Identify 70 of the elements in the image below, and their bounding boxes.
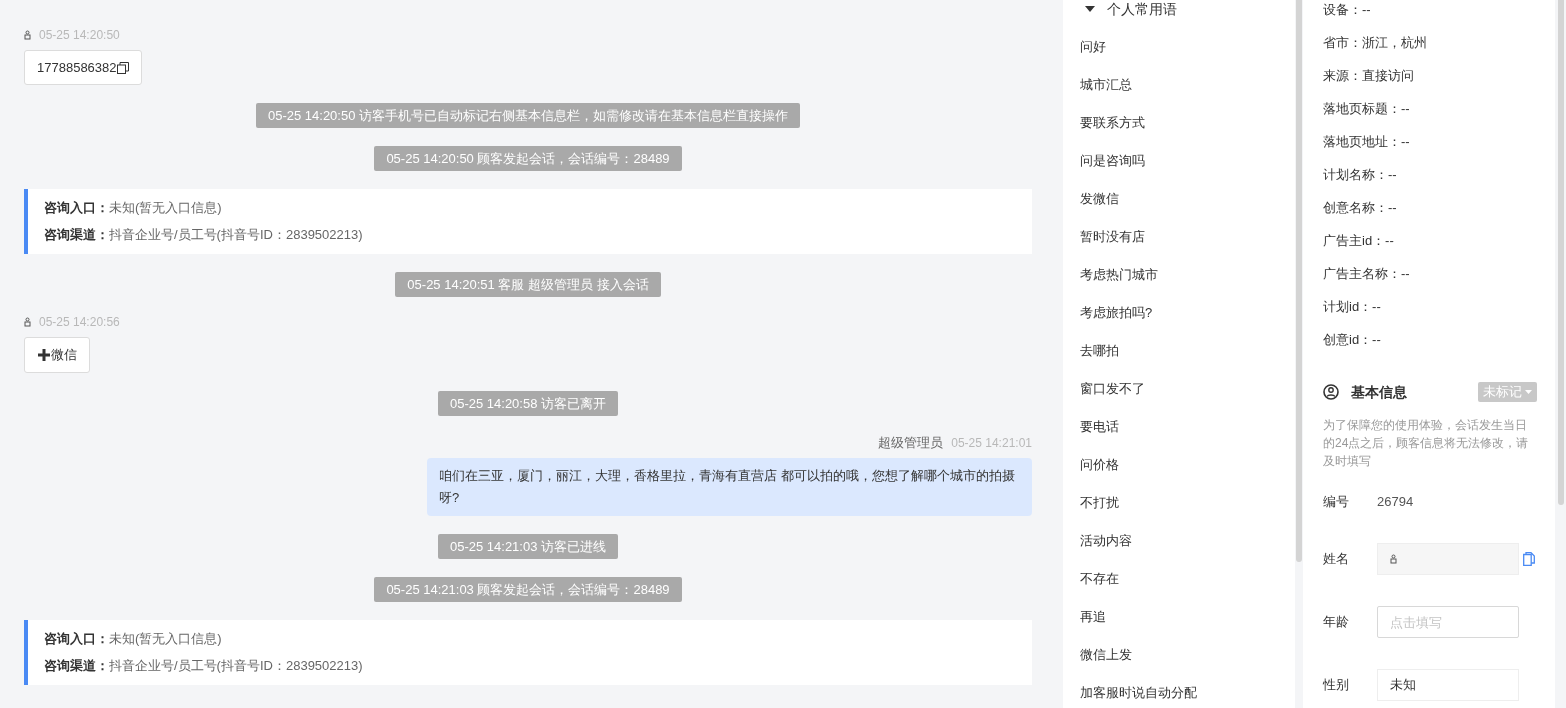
entry-value: 未知(暂无入口信息) <box>109 199 222 217</box>
phrase-item[interactable]: 问是咨询吗 <box>1063 132 1295 170</box>
phrase-item[interactable]: 不打扰 <box>1063 474 1295 512</box>
message-time: 05-25 14:21:01 <box>951 435 1032 452</box>
phrase-item[interactable]: 要电话 <box>1063 398 1295 436</box>
user-circle-icon <box>1323 384 1339 400</box>
message-time: 05-25 14:20:50 <box>39 27 120 44</box>
notice-text: 为了保障您的使用体验，会话发生当日的24点之后，顾客信息将无法修改，请及时填写 <box>1323 417 1530 470</box>
entry-value: 未知(暂无入口信息) <box>109 630 222 648</box>
info-row-text: 省市：浙江，杭州 <box>1323 34 1428 52</box>
info-row-text: 创意名称：-- <box>1323 199 1398 217</box>
phrase-item[interactable]: 活动内容 <box>1063 512 1295 550</box>
phrase-group-header[interactable]: 个人常用语 <box>1063 0 1295 18</box>
phrase-item[interactable]: 考虑热门城市 <box>1063 246 1295 284</box>
phrase-item[interactable]: 不存在 <box>1063 550 1295 588</box>
entry-label: 咨询渠道： <box>44 657 109 675</box>
info-row-text: 计划id：-- <box>1323 298 1382 316</box>
person-icon <box>24 317 31 327</box>
message-bubble: 咱们在三亚，厦门，丽江，大理，香格里拉，青海有直营店 都可以拍的哦，您想了解哪个城市的拍摄呀? <box>427 458 1032 516</box>
info-row-text: 落地页地址：-- <box>1323 133 1411 151</box>
sender-name: 超级管理员 <box>878 434 944 453</box>
info-row-text: 创意id：-- <box>1323 331 1382 349</box>
info-row-text: 落地页标题：-- <box>1323 100 1411 118</box>
entry-value: 抖音企业号/员工号(抖音号ID：2839502213) <box>109 226 363 244</box>
info-row-text: 广告主名称：-- <box>1323 265 1411 283</box>
field-label: 姓名 <box>1323 550 1350 569</box>
entry-value: 抖音企业号/员工号(抖音号ID：2839502213) <box>109 657 363 675</box>
system-notice: 05-25 14:20:50 顾客发起会话，会话编号：28489 <box>374 146 682 171</box>
phrase-item[interactable]: 城市汇总 <box>1063 56 1295 94</box>
scrollbar-thumb[interactable] <box>1296 0 1302 562</box>
field-label: 性别 <box>1323 676 1350 695</box>
info-row-text: 来源：直接访问 <box>1323 67 1415 85</box>
info-row-text: 计划名称：-- <box>1323 166 1398 184</box>
phrase-item[interactable]: 发微信 <box>1063 170 1295 208</box>
system-notice: 05-25 14:20:50 访客手机号已自动标记右侧基本信息栏，如需修改请在基本信息栏直接操作 <box>255 103 801 128</box>
phrase-item[interactable]: 加客服时说自动分配 <box>1063 664 1295 702</box>
entry-label: 咨询入口： <box>44 630 109 648</box>
system-notice: 05-25 14:20:51 客服 超级管理员 接入会话 <box>395 272 661 297</box>
field-label: 编号 <box>1323 493 1350 512</box>
field-label: 年龄 <box>1323 613 1350 632</box>
person-icon <box>1390 554 1397 564</box>
entry-label: 咨询入口： <box>44 199 109 217</box>
copy-icon[interactable] <box>1523 552 1535 566</box>
system-notice: 05-25 14:21:03 顾客发起会话，会话编号：28489 <box>374 577 682 602</box>
phrase-item[interactable]: 问好 <box>1063 18 1295 56</box>
phrase-item[interactable]: 再追 <box>1063 588 1295 626</box>
message-time: 05-25 14:20:56 <box>39 314 120 331</box>
entry-label: 咨询渠道： <box>44 226 109 244</box>
phrase-item[interactable]: 问价格 <box>1063 436 1295 474</box>
person-icon <box>24 30 31 40</box>
phrase-item[interactable]: 窗口发不了 <box>1063 360 1295 398</box>
system-notice: 05-25 14:21:03 访客已进线 <box>437 534 619 559</box>
phrase-item[interactable]: 去哪拍 <box>1063 322 1295 360</box>
phrase-item[interactable]: 考虑旅拍吗? <box>1063 284 1295 322</box>
copy-icon <box>116 61 129 74</box>
select-field[interactable]: 未知 <box>1377 669 1519 701</box>
add-wechat-button[interactable]: 微信 <box>24 337 90 373</box>
info-row-text: 设备：-- <box>1323 1 1372 19</box>
phrase-item[interactable]: 要联系方式 <box>1063 94 1295 132</box>
field-value: 26794 <box>1377 493 1414 512</box>
phrase-item[interactable]: 微信上发 <box>1063 626 1295 664</box>
section-title: 基本信息 <box>1351 382 1407 402</box>
system-notice: 05-25 14:20:58 访客已离开 <box>437 391 619 416</box>
plus-icon <box>37 348 51 362</box>
info-row-text: 广告主id：-- <box>1323 232 1395 250</box>
name-field[interactable] <box>1377 543 1519 575</box>
scrollbar-thumb[interactable] <box>1557 0 1564 505</box>
phone-number: 17788586382 <box>37 58 117 77</box>
caret-icon <box>1525 390 1532 394</box>
phrase-item[interactable]: 暂时没有店 <box>1063 208 1295 246</box>
